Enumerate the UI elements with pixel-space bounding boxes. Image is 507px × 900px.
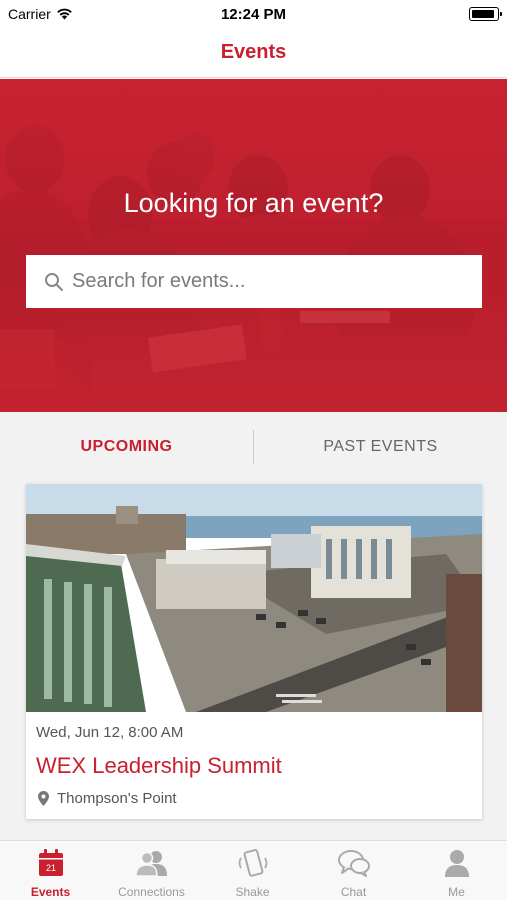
hero-heading: Looking for an event? [123, 188, 384, 218]
status-time: 12:24 PM [220, 6, 287, 23]
tab-past-events[interactable]: PAST EVENTS [254, 412, 507, 482]
event-date: Wed, Jun 12, 8:00 AM [36, 724, 184, 741]
search-input[interactable] [72, 270, 452, 293]
tab-bar-events[interactable]: 21 Events [0, 841, 101, 900]
bottom-tab-bar: 21 Events Connections Shake Chat Me [0, 840, 507, 900]
tab-bar-label: Chat [340, 885, 367, 899]
page-title: Events [220, 41, 287, 63]
tab-bar-shake[interactable]: Shake [202, 841, 303, 900]
event-location: Thompson's Point [38, 790, 177, 807]
search-icon [45, 272, 63, 291]
event-title[interactable]: WEX Leadership Summit [36, 753, 282, 779]
person-icon [444, 850, 469, 877]
calendar-icon: 21 [38, 849, 63, 876]
search-bar[interactable] [26, 255, 482, 308]
event-card[interactable]: Wed, Jun 12, 8:00 AM WEX Leadership Summ… [26, 484, 482, 819]
tab-bar-me[interactable]: Me [406, 841, 507, 900]
shake-phone-icon [238, 849, 267, 877]
tab-bar-label: Me [448, 885, 465, 899]
battery-icon [469, 7, 502, 21]
location-pin-icon [38, 791, 49, 806]
tab-bar-chat[interactable]: Chat [303, 841, 404, 900]
event-location-label: Thompson's Point [57, 790, 177, 807]
event-image [26, 484, 482, 712]
event-tabs: UPCOMING PAST EVENTS [0, 412, 507, 482]
tab-bar-label: Shake [235, 885, 270, 899]
tab-upcoming[interactable]: UPCOMING [0, 412, 253, 482]
hero-tint [0, 79, 507, 412]
tab-bar-label: Events [30, 885, 71, 899]
chat-bubbles-icon [337, 850, 370, 877]
navigation-bar: Events [0, 28, 507, 78]
tab-bar-label: Connections [118, 885, 185, 899]
people-icon [134, 851, 167, 877]
hero-banner: Looking for an event? [0, 79, 507, 412]
status-bar: Carrier 12:24 PM [0, 0, 507, 28]
tab-bar-connections[interactable]: Connections [101, 841, 202, 900]
calendar-day-number: 21 [45, 863, 55, 873]
